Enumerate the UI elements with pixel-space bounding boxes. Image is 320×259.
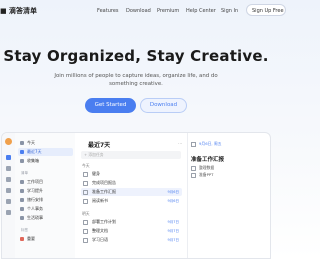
task-list-panel: 最近7天 ⋯ + 添加任务 今天 健身 完成项目报告 准备工作汇报 9月6日 阅读… [75, 133, 188, 258]
task-title: 完成项目报告 [92, 180, 116, 185]
task-row[interactable]: 整理文档 9月7日 [81, 227, 182, 235]
task-row[interactable]: 阅读新书 9月6日 [81, 197, 182, 205]
task-checkbox[interactable] [83, 189, 88, 195]
nav-link-premium[interactable]: Premium [157, 8, 179, 14]
task-checkbox[interactable] [83, 198, 88, 204]
list-icon [20, 198, 24, 202]
task-checkbox[interactable] [83, 237, 88, 243]
brand-logo[interactable]: ■ 滴答清单 [0, 6, 37, 16]
sidebar-section-lists: 清单 [21, 171, 28, 175]
sidebar-item-label: 最近7天 [27, 149, 42, 154]
subtask-label: 准备PPT [199, 172, 214, 177]
sidebar-item-today[interactable]: 今天 [18, 139, 73, 147]
group-header-tomorrow[interactable]: 明天 [82, 211, 90, 217]
hero-subtitle: Join millions of people to capture ideas… [54, 73, 218, 87]
inbox-icon [20, 159, 24, 163]
sidebar: 今天 最近7天 收集箱 清单 工作项目 学习提升 旅行安排 个人事务 生活琐事 … [15, 133, 76, 258]
today-icon [20, 141, 24, 145]
sidebar-section-tags: 标签 [21, 228, 28, 232]
sidebar-item-life[interactable]: 生活琐事 [18, 214, 73, 222]
tag-icon [20, 237, 24, 241]
list-icon [20, 216, 24, 220]
avatar[interactable] [5, 138, 12, 145]
task-title: 部署工作计划 [92, 219, 116, 224]
nav-link-features[interactable]: Features [97, 8, 119, 14]
add-task-input[interactable]: + 添加任务 [81, 151, 181, 159]
sidebar-item-label: 今天 [27, 140, 35, 145]
top-nav: ■ 滴答清单 Features Download Premium Help Ce… [0, 0, 286, 22]
subtask-label: 整理数据 [199, 165, 215, 170]
sidebar-item-next-7-days[interactable]: 最近7天 [18, 148, 73, 156]
task-due: 9月6日 [167, 190, 179, 194]
task-title: 阅读新书 [92, 198, 108, 203]
detail-checkbox[interactable] [191, 141, 196, 147]
sidebar-item-label: 工作项目 [27, 179, 43, 184]
task-row-selected[interactable]: 准备工作汇报 9月6日 [81, 188, 182, 196]
task-row[interactable]: 完成项目报告 [81, 179, 182, 187]
nav-link-sign-in[interactable]: Sign In [221, 8, 238, 14]
task-row[interactable]: 部署工作计划 9月7日 [81, 218, 182, 226]
task-title: 整理文档 [92, 228, 108, 233]
sidebar-item-label: 收集箱 [27, 158, 39, 163]
detail-date[interactable]: 9月6日, 周五 [191, 141, 221, 147]
task-checkbox[interactable] [83, 228, 88, 234]
task-title: 健身 [92, 171, 100, 176]
subtask-checkbox[interactable] [191, 165, 196, 171]
sidebar-item-study[interactable]: 学习提升 [18, 187, 73, 195]
task-due: 9月6日 [167, 199, 179, 203]
subtask-item[interactable]: 准备PPT [191, 172, 214, 178]
sign-up-button[interactable]: Sign Up Free [246, 4, 286, 16]
detail-title[interactable]: 准备工作汇报 [191, 155, 224, 163]
sidebar-item-tag-important[interactable]: 重要 [18, 235, 73, 243]
more-icon[interactable]: ⋯ [178, 141, 182, 146]
calendar-icon[interactable] [6, 166, 11, 171]
sidebar-item-label: 生活琐事 [27, 215, 43, 220]
sidebar-item-travel[interactable]: 旅行安排 [18, 196, 73, 204]
task-detail-panel: 9月6日, 周五 准备工作汇报 整理数据 准备PPT [187, 133, 270, 258]
sidebar-item-inbox[interactable]: 收集箱 [18, 157, 73, 165]
week-icon [20, 150, 24, 154]
task-due: 9月7日 [167, 238, 179, 242]
sidebar-item-label: 学习提升 [27, 188, 43, 193]
sidebar-item-label: 旅行安排 [27, 197, 43, 202]
task-checkbox[interactable] [83, 171, 88, 177]
task-title: 学习日语 [92, 237, 108, 242]
nav-link-download[interactable]: Download [126, 8, 151, 14]
subtask-item[interactable]: 整理数据 [191, 165, 214, 171]
habit-icon[interactable] [6, 199, 11, 204]
group-header-today[interactable]: 今天 [82, 163, 90, 169]
hero-title: Stay Organized, Stay Creative. [3, 47, 269, 65]
task-due: 9月7日 [167, 220, 179, 224]
search-icon[interactable] [6, 210, 11, 215]
list-title: 最近7天 [88, 142, 111, 149]
task-checkbox[interactable] [83, 180, 88, 186]
matrix-icon[interactable] [6, 177, 11, 182]
sidebar-item-label: 个人事务 [27, 206, 43, 211]
list-icon [20, 207, 24, 211]
task-title: 准备工作汇报 [92, 189, 116, 194]
sidebar-item-label: 重要 [27, 236, 35, 241]
sidebar-item-work[interactable]: 工作项目 [18, 178, 73, 186]
task-due: 9月7日 [167, 229, 179, 233]
task-row[interactable]: 健身 [81, 170, 182, 178]
task-row[interactable]: 学习日语 9月7日 [81, 236, 182, 244]
pomodoro-icon[interactable] [6, 188, 11, 193]
task-icon[interactable] [6, 155, 11, 160]
nav-link-help-center[interactable]: Help Center [186, 8, 216, 14]
app-preview-window: 今天 最近7天 收集箱 清单 工作项目 学习提升 旅行安排 个人事务 生活琐事 … [1, 132, 271, 259]
list-icon [20, 180, 24, 184]
download-button[interactable]: Download [140, 98, 187, 113]
list-icon [20, 189, 24, 193]
icon-rail [2, 133, 16, 258]
sidebar-item-personal[interactable]: 个人事务 [18, 205, 73, 213]
detail-date-label: 9月6日, 周五 [199, 141, 222, 146]
get-started-button[interactable]: Get Started [85, 98, 136, 113]
task-checkbox[interactable] [83, 219, 88, 225]
subtask-checkbox[interactable] [191, 172, 196, 178]
